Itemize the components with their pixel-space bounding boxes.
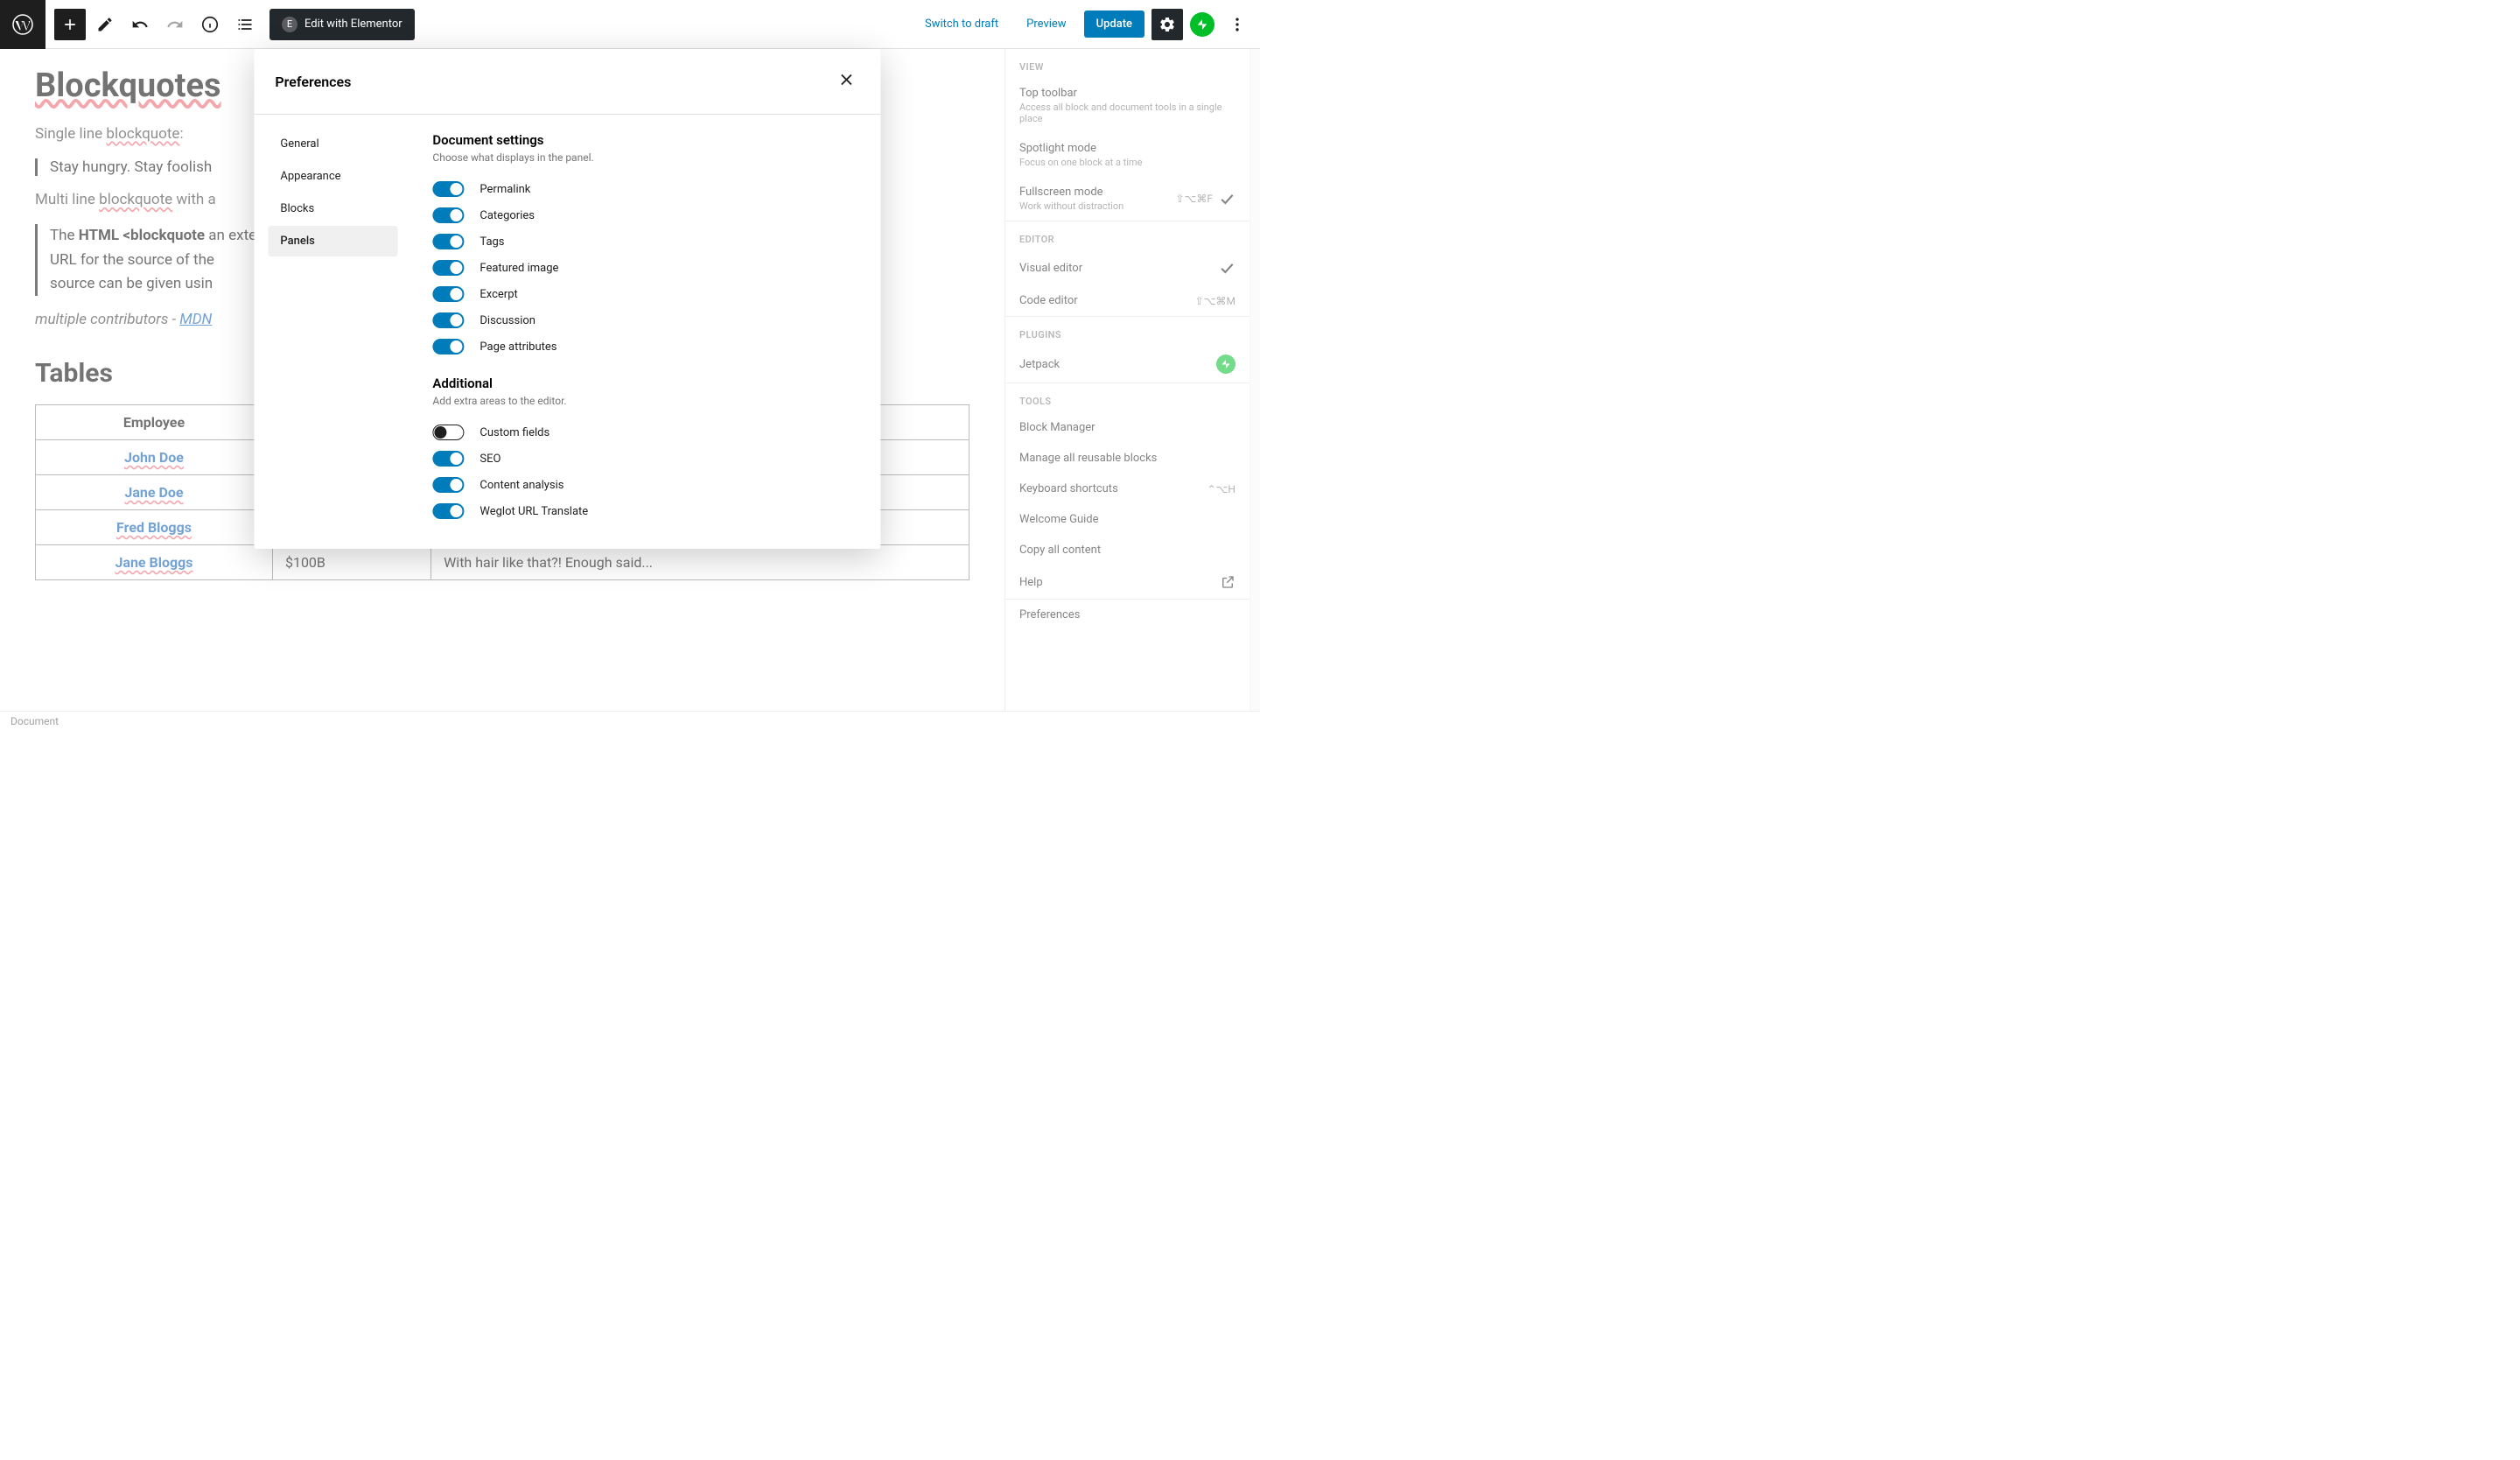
more-options-button[interactable] [1222,9,1253,40]
jetpack-button[interactable] [1190,12,1214,37]
info-icon [200,15,220,34]
add-block-button[interactable] [54,9,86,40]
toggle-excerpt[interactable] [432,286,464,302]
modal-title: Preferences [275,74,351,90]
editor-toolbar: E Edit with Elementor Switch to draft Pr… [0,0,1260,49]
toggle-categories[interactable] [432,207,464,223]
nav-blocks[interactable]: Blocks [268,193,397,224]
jetpack-icon [1196,18,1208,31]
switch-to-draft-button[interactable]: Switch to draft [914,11,1009,38]
toggle-content-analysis[interactable] [432,477,464,493]
nav-general[interactable]: General [268,129,397,159]
toggle-weglot[interactable] [432,503,464,519]
preview-button[interactable]: Preview [1016,11,1076,38]
redo-icon [166,16,184,33]
edit-elementor-button[interactable]: E Edit with Elementor [270,9,415,40]
dots-vertical-icon [1228,16,1246,33]
section-title: Document settings [432,132,859,148]
list-view-button[interactable] [229,9,261,40]
edit-mode-button[interactable] [89,9,121,40]
undo-icon [131,16,149,33]
settings-button[interactable] [1152,9,1183,40]
modal-close-button[interactable] [833,67,859,96]
section-desc: Add extra areas to the editor. [432,395,859,407]
toggle-seo[interactable] [432,451,464,467]
modal-nav: General Appearance Blocks Panels [254,115,411,549]
preferences-modal: Preferences General Appearance Blocks Pa… [254,49,880,549]
nav-appearance[interactable]: Appearance [268,161,397,192]
list-icon [236,16,254,33]
undo-button[interactable] [124,9,156,40]
wordpress-logo[interactable] [0,0,46,49]
toggle-discussion[interactable] [432,312,464,328]
update-button[interactable]: Update [1084,11,1144,38]
plus-icon [61,16,79,33]
info-button[interactable] [194,9,226,40]
toggle-tags[interactable] [432,234,464,249]
modal-panel-content: Document settings Choose what displays i… [411,115,880,549]
toggle-featured-image[interactable] [432,260,464,276]
toggle-page-attributes[interactable] [432,339,464,354]
close-icon [836,70,856,89]
toggle-permalink[interactable] [432,181,464,197]
gear-icon [1158,16,1176,33]
section-title: Additional [432,376,859,391]
toggle-custom-fields[interactable] [432,425,464,440]
redo-button[interactable] [159,9,191,40]
elementor-label: Edit with Elementor [304,18,402,31]
pencil-icon [96,16,114,33]
elementor-icon: E [282,17,298,32]
section-desc: Choose what displays in the panel. [432,151,859,164]
nav-panels[interactable]: Panels [268,226,397,256]
